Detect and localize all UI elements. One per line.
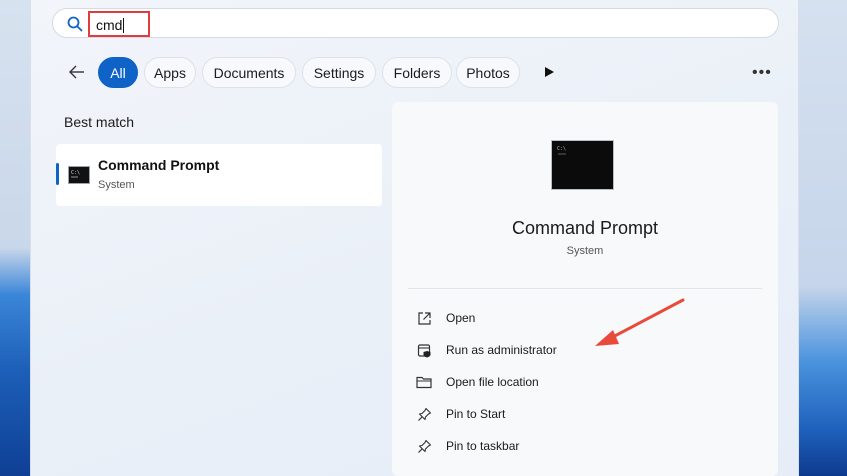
search-query-text: cmd	[96, 17, 123, 33]
search-bar[interactable]: cmd	[52, 8, 779, 38]
play-icon[interactable]	[543, 66, 555, 78]
filter-chip-settings[interactable]: Settings	[302, 57, 376, 88]
filter-chip-folders[interactable]: Folders	[382, 57, 452, 88]
filter-chip-documents[interactable]: Documents	[202, 57, 296, 88]
svg-text:C:\: C:\	[557, 146, 566, 152]
action-label: Open file location	[446, 375, 539, 389]
filter-chip-label: Folders	[393, 64, 441, 81]
result-type: System	[98, 179, 135, 191]
filter-chip-photos[interactable]: Photos	[456, 57, 520, 88]
svg-text:C:\: C:\	[71, 170, 80, 176]
filter-chip-label: Settings	[313, 64, 365, 81]
pin-icon	[416, 406, 432, 422]
filter-chip-label: All	[110, 64, 126, 81]
action-pin-to-taskbar[interactable]: Pin to taskbar	[416, 435, 696, 457]
action-label: Open	[446, 311, 476, 325]
action-label: Run as administrator	[446, 343, 557, 357]
open-external-icon	[416, 310, 432, 326]
annotation-arrow-icon	[595, 298, 685, 346]
search-input[interactable]: cmd	[88, 11, 150, 37]
action-label: Pin to taskbar	[446, 439, 520, 453]
filter-chip-apps[interactable]: Apps	[144, 57, 196, 88]
command-prompt-large-icon: C:\	[551, 140, 614, 190]
selection-indicator	[56, 163, 59, 185]
back-arrow-icon[interactable]	[67, 62, 87, 82]
filter-chip-label: Apps	[154, 64, 186, 81]
app-detail-pane: C:\ Command Prompt System Open Run as ad…	[392, 102, 778, 476]
more-options-icon[interactable]: •••	[752, 64, 772, 81]
desktop-wallpaper-right	[799, 0, 847, 476]
filter-chip-label: Documents	[213, 64, 285, 81]
command-prompt-icon: C:\	[68, 166, 90, 184]
filter-chip-all[interactable]: All	[98, 57, 138, 88]
divider	[408, 288, 762, 289]
detail-app-type: System	[566, 245, 604, 257]
best-match-result[interactable]: C:\ Command Prompt System	[56, 144, 382, 206]
search-icon	[67, 16, 83, 32]
action-label: Pin to Start	[446, 407, 506, 421]
best-match-heading: Best match	[64, 114, 135, 130]
text-caret	[123, 18, 125, 33]
desktop-wallpaper-left	[0, 0, 30, 476]
pin-icon	[416, 438, 432, 454]
action-pin-to-start[interactable]: Pin to Start	[416, 403, 696, 425]
filter-chip-label: Photos	[466, 64, 510, 81]
result-name: Command Prompt	[98, 157, 220, 173]
start-search-panel: cmd All Apps Documents Settings Folders …	[30, 0, 799, 476]
action-open-file-location[interactable]: Open file location	[416, 371, 696, 393]
folder-icon	[416, 374, 432, 390]
detail-app-name: Command Prompt	[511, 218, 659, 238]
shield-admin-icon	[416, 342, 432, 358]
